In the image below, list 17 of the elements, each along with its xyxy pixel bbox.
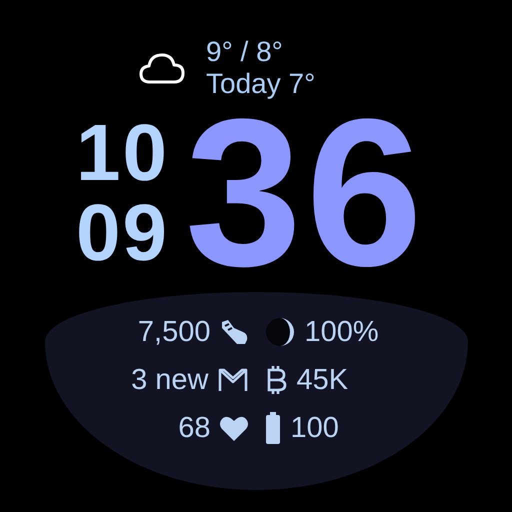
moon-icon <box>264 317 294 347</box>
complication-value: 100 <box>290 411 339 446</box>
today-temperature: Today 7° <box>206 68 316 100</box>
complication-value: 68 <box>178 411 210 446</box>
hour-text: 10 <box>76 113 169 193</box>
heart-icon <box>218 414 248 442</box>
hour-text-second-line: 09 <box>76 193 169 273</box>
mail-icon <box>216 367 248 393</box>
complication-value: 3 new <box>131 363 208 398</box>
complication-value: 45K <box>296 363 348 398</box>
bitcoin-icon <box>264 365 286 395</box>
complication-value: 100% <box>304 315 379 350</box>
battery-icon <box>264 412 280 444</box>
minutes-text: 36 <box>184 108 427 278</box>
temperature-range: 9° / 8° <box>206 36 284 68</box>
complication-value: 7,500 <box>138 315 210 350</box>
cloud-icon <box>138 51 186 85</box>
